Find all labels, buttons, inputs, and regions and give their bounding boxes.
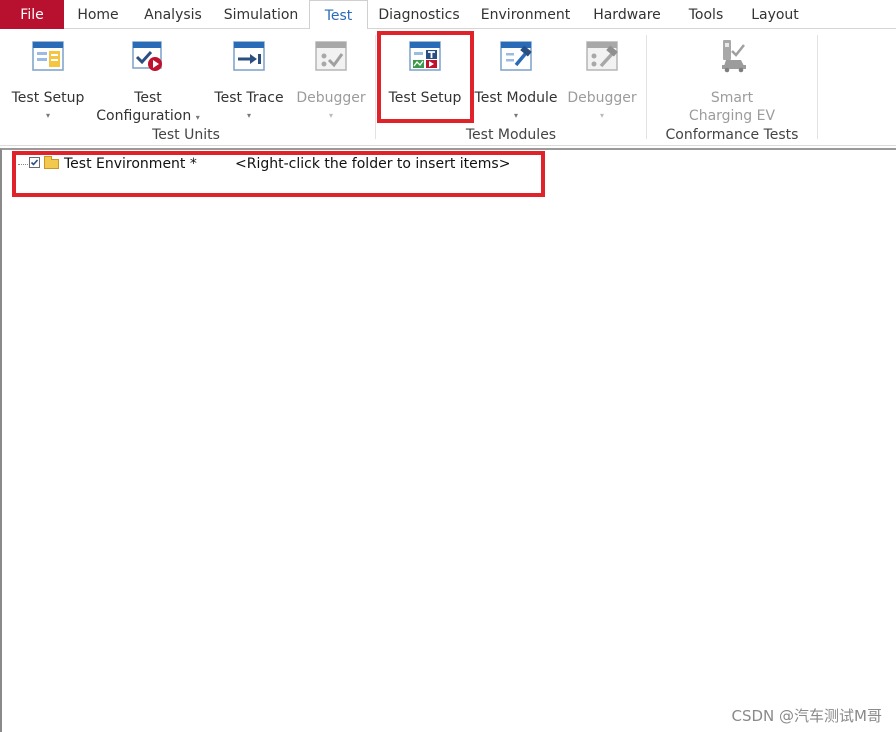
dropdown-caret-icon: ▾	[246, 111, 251, 120]
smart-charging-ev-button[interactable]: Smart Charging EV	[676, 39, 788, 124]
test-configuration-icon	[132, 41, 162, 71]
dropdown-caret-icon: ▾	[45, 111, 50, 120]
test-module-label: Test Module	[474, 90, 558, 106]
test-units-test-setup-label: Test Setup	[11, 90, 85, 106]
watermark: CSDN @汽车测试M哥	[731, 707, 882, 725]
tab-tools[interactable]: Tools	[680, 0, 732, 29]
test-units-test-setup-button[interactable]: Test Setup ▾	[4, 39, 92, 120]
test-trace-icon	[233, 41, 265, 71]
dropdown-caret-icon: ▾	[195, 113, 200, 122]
test-units-debugger-button[interactable]: Debugger ▾	[294, 39, 368, 120]
dropdown-caret-icon: ▾	[328, 111, 333, 120]
test-units-debugger-label: Debugger	[296, 90, 366, 106]
group-label-test-units: Test Units	[152, 127, 220, 143]
tab-environment[interactable]: Environment	[474, 0, 577, 29]
test-environment-tree-panel[interactable]: Test Environment * <Right-click the fold…	[0, 148, 896, 732]
highlight-box-test-setup	[377, 31, 474, 123]
group-separator	[646, 35, 647, 139]
test-module-hammer-icon	[500, 41, 532, 71]
test-modules-debugger-button[interactable]: Debugger ▾	[564, 39, 640, 120]
dropdown-caret-icon: ▾	[599, 111, 604, 120]
test-configuration-label-line1: Test	[134, 90, 162, 106]
test-configuration-label-text: Configuration	[96, 108, 192, 124]
test-modules-debugger-label: Debugger	[567, 90, 637, 106]
tab-file[interactable]: File	[0, 0, 64, 29]
group-label-test-modules: Test Modules	[465, 127, 557, 143]
test-module-button[interactable]: Test Module ▾	[470, 39, 562, 120]
tab-simulation[interactable]: Simulation	[218, 0, 304, 29]
group-separator	[375, 35, 376, 139]
tab-diagnostics[interactable]: Diagnostics	[374, 0, 464, 29]
tab-home[interactable]: Home	[68, 0, 128, 29]
dropdown-caret-icon: ▾	[513, 111, 518, 120]
smart-charging-label-line1: Smart	[710, 90, 754, 106]
tab-analysis[interactable]: Analysis	[138, 0, 208, 29]
group-label-conformance-tests: Conformance Tests	[665, 127, 799, 143]
menu-bar: File Home Analysis Simulation Test Diagn…	[0, 0, 896, 30]
test-configuration-label-line2: Configuration ▾	[96, 107, 200, 127]
tab-layout[interactable]: Layout	[744, 0, 806, 29]
test-trace-label: Test Trace	[214, 90, 284, 106]
tab-test[interactable]: Test	[309, 0, 368, 30]
test-setup-icon	[32, 41, 64, 71]
debugger-icon	[315, 41, 347, 71]
highlight-box-test-environment	[12, 151, 545, 197]
tab-hardware[interactable]: Hardware	[586, 0, 668, 29]
group-separator	[817, 35, 818, 139]
debugger-hammer-icon	[586, 41, 618, 71]
test-configuration-button[interactable]: Test Configuration ▾	[96, 39, 200, 124]
charging-ev-icon	[722, 40, 746, 73]
smart-charging-label-line2: Charging EV	[688, 108, 776, 124]
test-trace-button[interactable]: Test Trace ▾	[204, 39, 294, 120]
